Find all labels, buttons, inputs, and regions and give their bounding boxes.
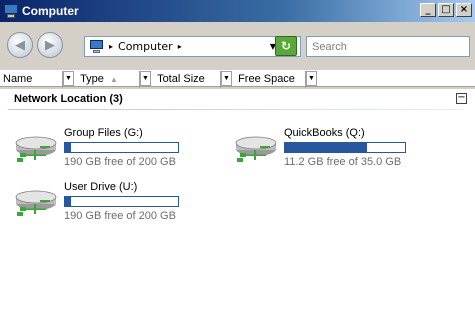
- column-total-size[interactable]: ▼ Total Size: [140, 71, 221, 88]
- window-title: Computer: [22, 4, 79, 18]
- column-name-label: Name: [3, 73, 33, 85]
- back-button[interactable]: ◀: [7, 32, 33, 58]
- forward-button[interactable]: ▶: [37, 32, 63, 58]
- breadcrumb-separator[interactable]: ▸: [109, 42, 113, 51]
- drive-usage-bar: [64, 142, 179, 153]
- column-type[interactable]: ▼ Type ▲: [63, 71, 140, 88]
- maximize-button[interactable]: □: [438, 3, 454, 17]
- column-name[interactable]: Name: [0, 71, 63, 88]
- drive-item[interactable]: Group Files (G:) 190 GB free of 200 GB: [12, 127, 202, 173]
- collapse-group-button[interactable]: −: [456, 93, 467, 104]
- refresh-icon: ↻: [280, 39, 292, 53]
- window-controls: _ □ ×: [418, 3, 472, 17]
- column-filter-dropdown-icon[interactable]: ▼: [306, 71, 317, 86]
- column-extra[interactable]: ▼: [306, 71, 318, 88]
- network-drive-icon: [15, 190, 57, 216]
- drive-name: QuickBooks (Q:): [284, 127, 365, 139]
- address-toolbar: ◀ ▶ ▸ Computer ▸ ▼ ↻ Search: [0, 22, 475, 70]
- back-arrow-icon: ◀: [15, 37, 25, 53]
- column-filter-dropdown-icon[interactable]: ▼: [221, 71, 232, 86]
- file-list: Network Location (3) − Group Files (G:) …: [0, 88, 475, 317]
- sort-ascending-icon: ▲: [109, 75, 118, 84]
- group-divider: [8, 109, 463, 110]
- drive-usage-bar: [64, 196, 179, 207]
- network-drive-icon: [235, 136, 277, 162]
- network-drive-icon: [15, 136, 57, 162]
- drive-name: Group Files (G:): [64, 127, 143, 139]
- drive-free-space: 190 GB free of 200 GB: [64, 156, 176, 168]
- computer-icon: [3, 3, 19, 19]
- drive-item[interactable]: QuickBooks (Q:) 11.2 GB free of 35.0 GB: [232, 127, 442, 173]
- title-bar[interactable]: Computer _ □ ×: [0, 0, 475, 22]
- search-input[interactable]: Search: [306, 36, 470, 57]
- close-button[interactable]: ×: [456, 3, 472, 17]
- column-header: Name ▼ Type ▲ ▼ Total Size ▼ Free Space …: [0, 70, 475, 88]
- drive-usage-bar: [284, 142, 406, 153]
- forward-arrow-icon: ▶: [45, 37, 55, 53]
- drive-name: User Drive (U:): [64, 181, 138, 193]
- column-free-space-label: Free Space: [238, 73, 295, 85]
- column-free-space[interactable]: ▼ Free Space: [221, 71, 306, 88]
- drive-free-space: 11.2 GB free of 35.0 GB: [284, 156, 402, 168]
- column-type-label: Type: [80, 73, 104, 85]
- address-bar[interactable]: ▸ Computer ▸ ▼: [84, 36, 301, 57]
- minimize-button[interactable]: _: [420, 3, 436, 17]
- drive-free-space: 190 GB free of 200 GB: [64, 210, 176, 222]
- computer-icon: [89, 39, 105, 54]
- group-header[interactable]: Network Location (3): [14, 93, 123, 105]
- column-filter-dropdown-icon[interactable]: ▼: [140, 71, 151, 86]
- breadcrumb-chevron[interactable]: ▸: [178, 42, 182, 51]
- breadcrumb-computer[interactable]: Computer: [118, 40, 173, 53]
- refresh-button[interactable]: ↻: [275, 36, 297, 56]
- drive-item[interactable]: User Drive (U:) 190 GB free of 200 GB: [12, 181, 202, 227]
- column-filter-dropdown-icon[interactable]: ▼: [63, 71, 74, 86]
- column-total-size-label: Total Size: [157, 73, 205, 85]
